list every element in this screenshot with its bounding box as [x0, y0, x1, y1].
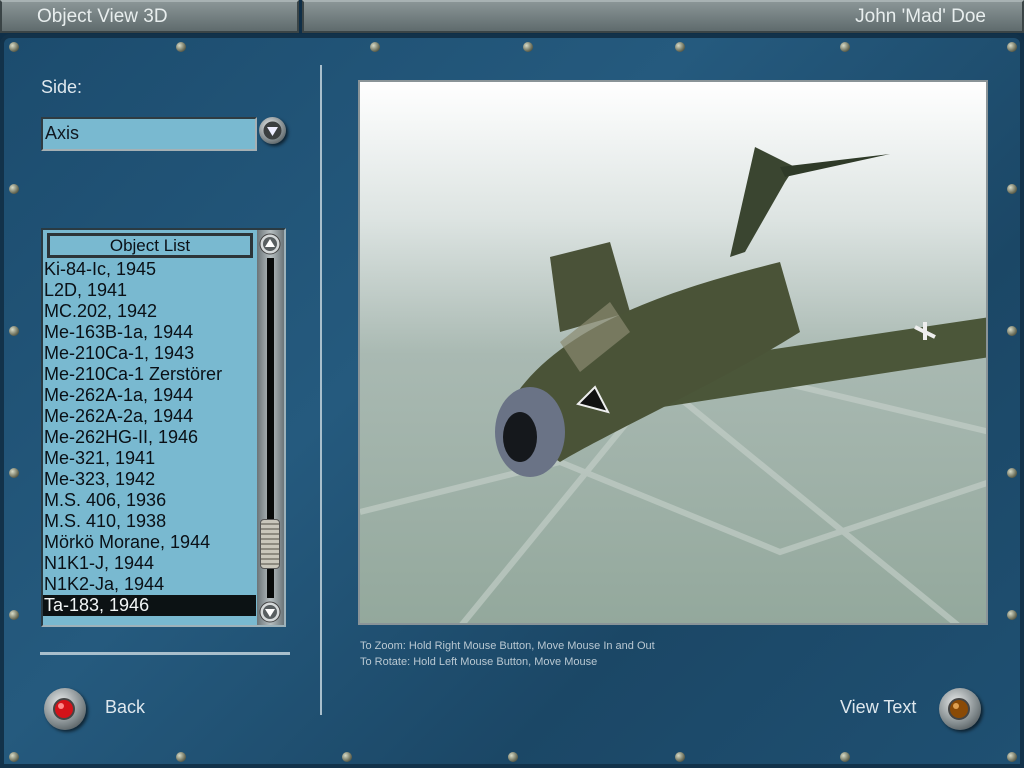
scroll-up-icon[interactable]: [259, 233, 281, 255]
screw: [9, 610, 19, 620]
screw: [1007, 610, 1017, 620]
window-title: Object View 3D: [0, 0, 299, 33]
screw: [9, 184, 19, 194]
screw: [1007, 752, 1017, 762]
user-name: John 'Mad' Doe: [302, 0, 1024, 33]
screw: [176, 42, 186, 52]
screw: [9, 752, 19, 762]
screw: [176, 752, 186, 762]
amber-lamp-icon: [948, 698, 970, 720]
screw: [675, 42, 685, 52]
object-list: Object List Ki-84-Ic, 1945 L2D, 1941 MC.20…: [41, 228, 286, 627]
chevron-down-icon: [263, 121, 282, 140]
side-label: Side:: [41, 77, 83, 97]
screw: [1007, 326, 1017, 336]
side-dropdown-button[interactable]: [259, 117, 286, 144]
3d-viewport[interactable]: [358, 80, 988, 625]
back-label[interactable]: Back: [105, 697, 145, 718]
object-list-item[interactable]: N1K2-Ja, 1944: [43, 574, 256, 595]
screw: [1007, 184, 1017, 194]
object-list-item[interactable]: MC.202, 1942: [43, 301, 256, 322]
object-list-item[interactable]: Mörkö Morane, 1944: [43, 532, 256, 553]
object-list-header: Object List: [47, 233, 253, 258]
list-scrollbar[interactable]: [257, 230, 284, 625]
divider: [40, 652, 290, 655]
screw: [342, 752, 352, 762]
object-list-item[interactable]: L2D, 1941: [43, 280, 256, 301]
red-lamp-icon: [53, 698, 75, 720]
view-text-button[interactable]: [939, 688, 981, 730]
screw: [9, 42, 19, 52]
screw: [523, 42, 533, 52]
object-list-item[interactable]: Me-321, 1941: [43, 448, 256, 469]
object-list-item[interactable]: M.S. 406, 1936: [43, 490, 256, 511]
object-list-item[interactable]: Me-323, 1942: [43, 469, 256, 490]
object-list-item[interactable]: N1K1-J, 1944: [43, 553, 256, 574]
screw: [840, 42, 850, 52]
scroll-down-icon[interactable]: [259, 601, 281, 623]
screw: [840, 752, 850, 762]
object-list-item[interactable]: Ta-183, 1946: [43, 595, 256, 616]
aircraft-model-ta183: [360, 82, 986, 623]
screw: [9, 326, 19, 336]
screw: [1007, 468, 1017, 478]
screw: [9, 468, 19, 478]
zoom-help-text: To Zoom: Hold Right Mouse Button, Move M…: [360, 640, 655, 652]
screw: [370, 42, 380, 52]
object-list-item[interactable]: M.S. 410, 1938: [43, 511, 256, 532]
object-list-item[interactable]: Me-163B-1a, 1944: [43, 322, 256, 343]
object-list-item[interactable]: Ki-84-Ic, 1945: [43, 259, 256, 280]
object-list-item[interactable]: Me-210Ca-1, 1943: [43, 343, 256, 364]
object-list-item[interactable]: Me-262A-2a, 1944: [43, 406, 256, 427]
screw: [508, 752, 518, 762]
vertical-divider: [320, 65, 322, 715]
view-text-label[interactable]: View Text: [840, 697, 916, 718]
scroll-thumb[interactable]: [260, 519, 280, 569]
screw: [1007, 42, 1017, 52]
back-button[interactable]: [44, 688, 86, 730]
object-list-item[interactable]: Me-262HG-II, 1946: [43, 427, 256, 448]
side-dropdown[interactable]: Axis: [41, 117, 257, 151]
screw: [675, 752, 685, 762]
object-list-item[interactable]: Me-210Ca-1 Zerstörer: [43, 364, 256, 385]
object-list-item[interactable]: Me-262A-1a, 1944: [43, 385, 256, 406]
rotate-help-text: To Rotate: Hold Left Mouse Button, Move …: [360, 656, 598, 668]
